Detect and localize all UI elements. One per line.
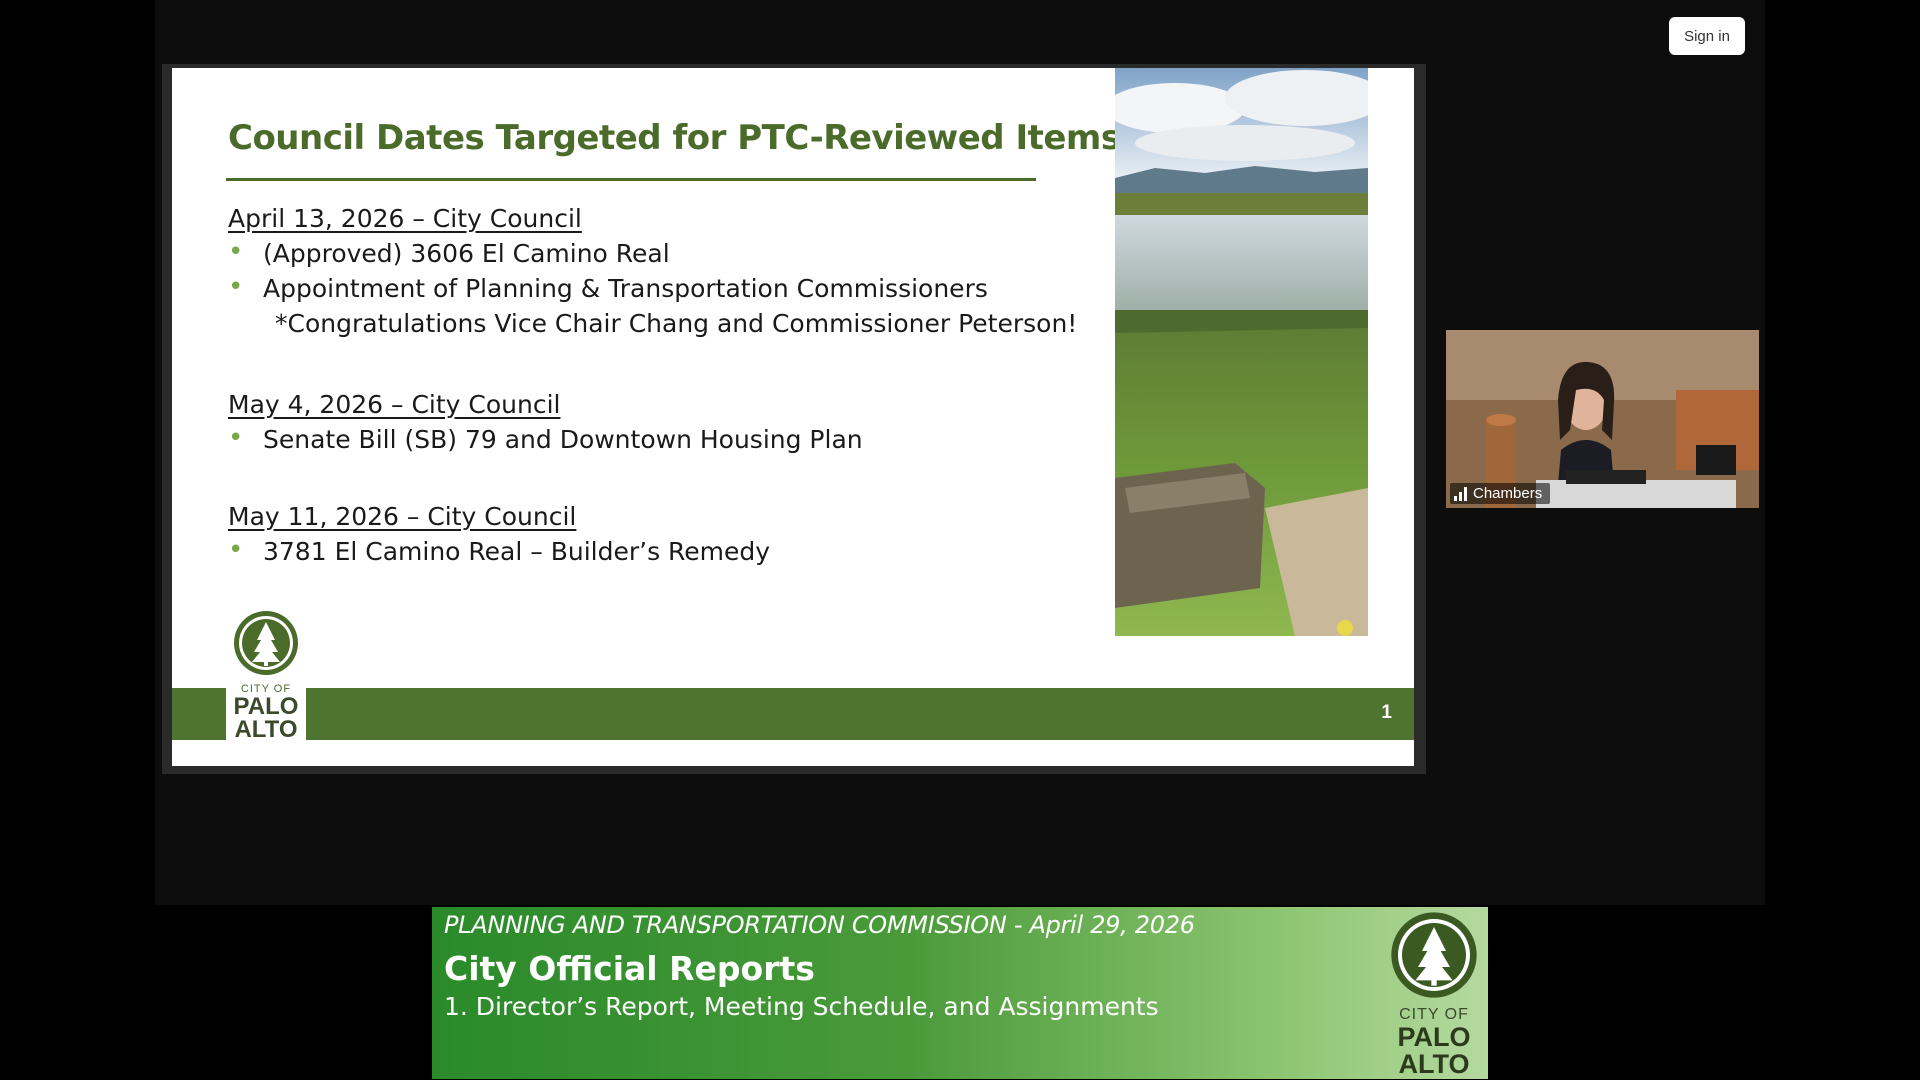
banner-agenda-heading: City Official Reports <box>444 949 815 988</box>
presentation-slide: Council Dates Targeted for PTC-Reviewed … <box>172 68 1414 766</box>
signal-bars-icon <box>1454 486 1467 501</box>
congratulations-note: *Congratulations Vice Chair Chang and Co… <box>275 309 1078 338</box>
bullet-icon: • <box>228 237 244 267</box>
item-text: Appointment of Planning & Transportation… <box>263 274 988 303</box>
palo-alto-logo: CITY OF PALO ALTO <box>226 610 306 745</box>
palo-alto-logo: CITY OF PALO ALTO <box>1384 911 1484 1079</box>
agenda-section-may-11: May 11, 2026 – City Council • 3781 El Cam… <box>228 502 770 566</box>
participant-name-badge: Chambers <box>1450 483 1551 504</box>
logo-alto-text: ALTO <box>1398 1049 1470 1079</box>
list-item: • (Approved) 3606 El Camino Real <box>228 237 1077 268</box>
slide-title: Council Dates Targeted for PTC-Reviewed … <box>228 118 1121 158</box>
bullet-icon: • <box>228 535 244 565</box>
participant-name: Chambers <box>1473 485 1543 502</box>
banner-meeting-title: PLANNING AND TRANSPORTATION COMMISSION -… <box>444 911 1195 939</box>
logo-alto-text: ALTO <box>234 716 298 743</box>
item-text: Senate Bill (SB) 79 and Downtown Housing… <box>263 425 863 454</box>
item-list: • 3781 El Camino Real – Builder’s Remedy <box>228 535 771 566</box>
participant-video-tile[interactable]: Chambers <box>1446 330 1759 508</box>
list-item: • Senate Bill (SB) 79 and Downtown Housin… <box>228 423 863 454</box>
logo-palo-text: PALO <box>1397 1022 1471 1052</box>
bullet-icon: • <box>228 423 244 453</box>
item-text: (Approved) 3606 El Camino Real <box>263 239 670 268</box>
logo-palo-text: PALO <box>233 693 299 720</box>
item-text: 3781 El Camino Real – Builder’s Remedy <box>263 537 771 566</box>
slide-page-number: 1 <box>1381 702 1392 723</box>
slide-footer-bar: 1 <box>172 688 1414 740</box>
agenda-section-may-4: May 4, 2026 – City Council • Senate Bill … <box>228 390 863 454</box>
section-heading: May 4, 2026 – City Council <box>228 390 561 419</box>
sign-in-button[interactable]: Sign in <box>1669 17 1745 55</box>
tree-seal-icon <box>234 611 298 675</box>
title-divider <box>226 178 1036 181</box>
marsh-landscape-photo <box>1115 68 1368 636</box>
section-heading: April 13, 2026 – City Council <box>228 204 582 233</box>
agenda-section-april-13: April 13, 2026 – City Council • (Approved… <box>228 204 1077 338</box>
list-item: • 3781 El Camino Real – Builder’s Remedy <box>228 535 771 566</box>
tree-seal-icon <box>1391 912 1477 998</box>
item-list: • Senate Bill (SB) 79 and Downtown Housin… <box>228 423 863 454</box>
broadcast-lower-third-banner: PLANNING AND TRANSPORTATION COMMISSION -… <box>432 907 1488 1079</box>
list-item: • Appointment of Planning & Transportatio… <box>228 272 1077 303</box>
bullet-icon: • <box>228 272 244 302</box>
banner-agenda-item: 1. Director’s Report, Meeting Schedule, … <box>444 992 1159 1021</box>
item-list: • (Approved) 3606 El Camino Real • Appoint… <box>228 237 1077 303</box>
section-heading: May 11, 2026 – City Council <box>228 502 577 531</box>
